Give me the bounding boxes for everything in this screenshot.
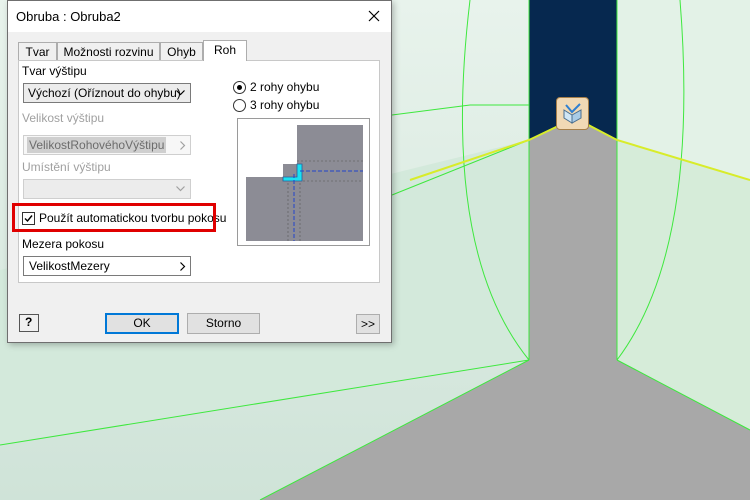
relief-placement-label: Umístění výštipu <box>22 160 111 174</box>
radio-2-corners-label: 2 rohy ohybu <box>250 80 320 94</box>
relief-shape-dropdown[interactable]: Výchozí (Oříznout do ohybu) <box>23 83 191 103</box>
relief-size-field: VelikostRohovéhoVýštipu <box>23 135 191 155</box>
relief-size-label: Velikost výštipu <box>22 111 105 125</box>
chevron-right-icon[interactable] <box>180 262 186 271</box>
radio-3-corners-label: 3 rohy ohybu <box>250 98 320 112</box>
ok-button[interactable]: OK <box>105 313 179 334</box>
chevron-right-icon <box>180 141 186 150</box>
checkmark-icon <box>24 215 33 223</box>
miter-gap-label: Mezera pokosu <box>22 237 105 251</box>
relief-shape-label: Tvar výštipu <box>22 64 87 78</box>
tab-unfold-options[interactable]: Možnosti rozvinu <box>57 42 160 60</box>
chevron-down-icon <box>176 90 185 96</box>
auto-miter-checkbox[interactable] <box>22 212 35 225</box>
help-icon: ? <box>25 315 33 329</box>
cancel-button[interactable]: Storno <box>187 313 260 334</box>
miter-gap-field[interactable]: VelikostMezery <box>23 256 191 276</box>
flange-dialog: Obruba : Obruba2 Tvar Možnosti rozvinu O… <box>7 0 392 343</box>
close-button[interactable] <box>361 4 387 28</box>
corner-edit-icon[interactable] <box>556 97 589 130</box>
help-button[interactable]: ? <box>19 314 39 332</box>
relief-placement-dropdown <box>23 179 191 199</box>
corner-preview-image <box>237 118 370 246</box>
tab-corner[interactable]: Roh <box>203 40 247 61</box>
radio-2-corners[interactable] <box>233 81 246 94</box>
miter-gap-value: VelikostMezery <box>29 259 110 273</box>
dialog-titlebar[interactable]: Obruba : Obruba2 <box>8 1 391 32</box>
radio-3-corners[interactable] <box>233 99 246 112</box>
auto-miter-checkbox-label: Použít automatickou tvorbu pokosu <box>39 211 227 225</box>
tab-shape[interactable]: Tvar <box>18 42 57 60</box>
relief-shape-value: Výchozí (Oříznout do ohybu) <box>28 86 181 100</box>
more-button[interactable]: >> <box>356 314 380 334</box>
dialog-title: Obruba : Obruba2 <box>16 9 121 24</box>
tab-bend[interactable]: Ohyb <box>160 42 203 60</box>
close-icon <box>368 10 380 22</box>
chevron-down-icon <box>176 186 185 192</box>
relief-size-value: VelikostRohovéhoVýštipu <box>27 137 167 153</box>
